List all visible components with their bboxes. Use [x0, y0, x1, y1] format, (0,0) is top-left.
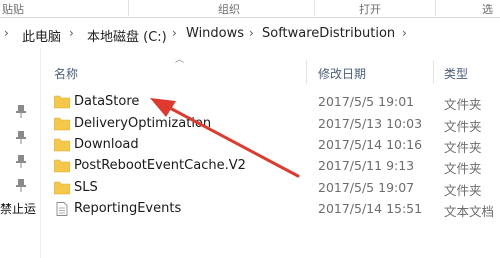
ribbon-divider	[314, 0, 315, 16]
chevron-right-icon[interactable]: ›	[69, 26, 74, 40]
folder-icon	[54, 95, 70, 109]
chevron-right-icon[interactable]: ›	[402, 26, 407, 40]
address-bar[interactable]: › 此电脑 › 本地磁盘 (C:) › Windows › SoftwareDi…	[0, 21, 500, 47]
pin-icon[interactable]	[16, 154, 26, 168]
file-type: 文本文档	[444, 204, 495, 219]
column-header-row: 名称 修改日期 类型	[40, 60, 500, 84]
navigation-pane: 禁止运	[0, 48, 41, 258]
file-date: 2017/5/14 15:51	[318, 201, 423, 216]
file-date: 2017/5/11 9:13	[318, 158, 415, 173]
chevron-right-icon[interactable]: ›	[172, 26, 177, 40]
folder-icon	[54, 159, 70, 173]
file-type: 文件夹	[444, 140, 482, 155]
ribbon-group-labels: 贴贴 组织 打开 选	[0, 0, 500, 18]
file-row[interactable]: PostRebootEventCache.V2 2017/5/11 9:13 文…	[40, 155, 500, 177]
column-divider[interactable]	[433, 60, 434, 84]
file-name: ReportingEvents	[74, 201, 182, 216]
file-name: DeliveryOptimization	[74, 116, 212, 131]
nav-item-label[interactable]: 禁止运	[0, 200, 36, 217]
column-header-name[interactable]: 名称	[54, 65, 78, 82]
file-date: 2017/5/5 19:07	[318, 180, 415, 195]
file-type: 文件夹	[444, 161, 482, 176]
ribbon-label-organize: 组织	[218, 3, 240, 16]
file-type: 文件夹	[444, 183, 482, 198]
file-row[interactable]: Download 2017/5/14 10:16 文件夹	[40, 134, 500, 156]
pin-icon[interactable]	[16, 104, 26, 118]
breadcrumb-softwaredistribution[interactable]: SoftwareDistribution	[262, 26, 395, 41]
folder-icon	[54, 117, 70, 131]
file-row[interactable]: ReportingEvents 2017/5/14 15:51 文本文档	[40, 198, 500, 220]
file-name: Download	[74, 137, 139, 152]
folder-icon	[54, 138, 70, 152]
chevron-right-icon[interactable]: ›	[4, 26, 9, 40]
ribbon-label-clipboard: 贴贴	[2, 3, 24, 16]
file-name: DataStore	[74, 94, 140, 109]
file-row[interactable]: DeliveryOptimization 2017/5/13 10:03 文件夹	[40, 113, 500, 135]
breadcrumb-local-disk[interactable]: 本地磁盘 (C:)	[87, 26, 167, 45]
folder-icon	[54, 181, 70, 195]
ribbon-divider	[128, 0, 129, 16]
column-header-type[interactable]: 类型	[444, 65, 468, 82]
breadcrumb-windows[interactable]: Windows	[186, 26, 244, 41]
file-type: 文件夹	[444, 97, 482, 112]
chevron-right-icon[interactable]: ›	[249, 26, 254, 40]
pin-icon[interactable]	[16, 178, 26, 192]
text-file-icon	[56, 202, 68, 216]
breadcrumb-this-pc[interactable]: 此电脑	[22, 26, 61, 45]
column-header-date[interactable]: 修改日期	[318, 65, 366, 82]
column-divider[interactable]	[306, 60, 307, 84]
file-name: SLS	[74, 180, 98, 195]
file-row[interactable]: SLS 2017/5/5 19:07 文件夹	[40, 177, 500, 199]
ribbon-divider	[435, 0, 436, 16]
file-date: 2017/5/5 19:01	[318, 94, 415, 109]
file-date: 2017/5/14 10:16	[318, 137, 423, 152]
ribbon-label-open: 打开	[359, 3, 381, 16]
pin-icon[interactable]	[16, 130, 26, 144]
file-type: 文件夹	[444, 119, 482, 134]
file-date: 2017/5/13 10:03	[318, 116, 423, 131]
ribbon-label-select: 选	[482, 3, 493, 16]
file-name: PostRebootEventCache.V2	[74, 158, 246, 173]
file-row[interactable]: DataStore 2017/5/5 19:01 文件夹	[40, 91, 500, 113]
